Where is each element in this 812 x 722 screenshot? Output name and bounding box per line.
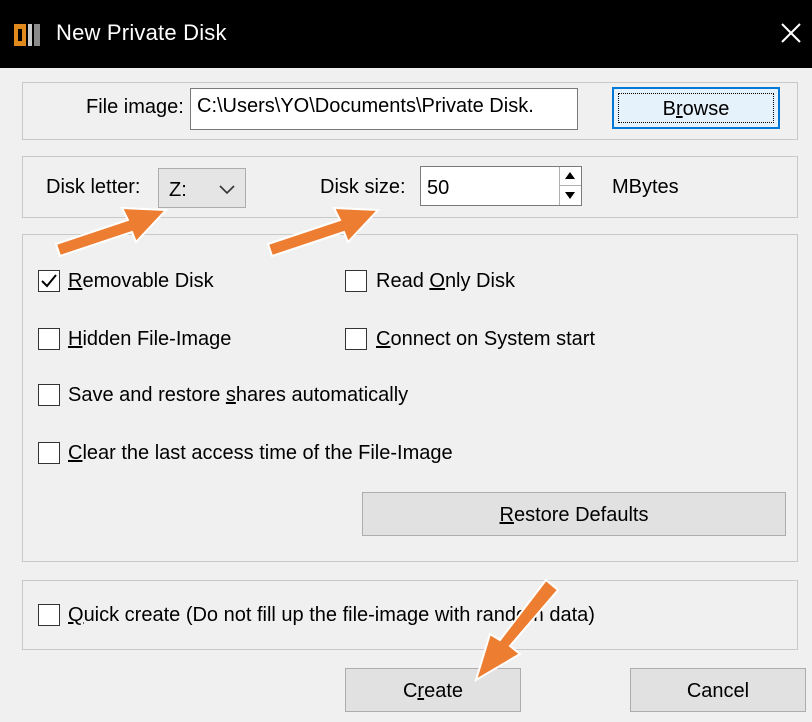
close-icon[interactable] (776, 18, 806, 48)
file-image-label: File image: (86, 96, 184, 118)
app-logo-icon (14, 24, 40, 46)
annotation-arrow-disk-letter-icon (54, 206, 169, 258)
title-bar: New Private Disk (0, 0, 812, 68)
connect-on-start-checkbox[interactable] (345, 328, 367, 350)
disk-letter-select[interactable]: Z: (158, 168, 246, 208)
quick-create-checkbox[interactable] (38, 604, 60, 626)
chevron-down-icon (219, 185, 235, 195)
annotation-arrow-disk-size-icon (266, 206, 381, 258)
disk-letter-value: Z: (169, 179, 187, 201)
connect-on-start-label[interactable]: Connect on System start (376, 328, 595, 351)
read-only-disk-label[interactable]: Read Only Disk (376, 270, 515, 293)
cancel-button[interactable]: Cancel (630, 668, 806, 712)
disk-size-value: 50 (427, 177, 450, 199)
clear-access-time-checkbox[interactable] (38, 442, 60, 464)
cancel-button-label: Cancel (686, 680, 750, 702)
spin-up-button[interactable] (560, 167, 581, 186)
removable-disk-checkbox[interactable] (38, 270, 60, 292)
checkmark-icon (41, 274, 57, 288)
restore-defaults-label: Restore Defaults (499, 504, 649, 526)
save-restore-shares-checkbox[interactable] (38, 384, 60, 406)
spin-down-button[interactable] (560, 186, 581, 205)
browse-button[interactable]: Browse (612, 87, 780, 129)
save-restore-shares-label[interactable]: Save and restore shares automatically (68, 384, 408, 407)
disk-size-stepper[interactable]: 50 (420, 166, 582, 206)
triangle-down-icon (565, 192, 575, 199)
disk-size-unit: MBytes (612, 176, 679, 198)
restore-defaults-button[interactable]: Restore Defaults (362, 492, 786, 536)
hidden-file-image-label[interactable]: Hidden File-Image (68, 328, 231, 351)
create-button-label: Create (402, 680, 464, 702)
clear-access-time-label[interactable]: Clear the last access time of the File-I… (68, 442, 453, 465)
triangle-up-icon (565, 172, 575, 179)
read-only-disk-checkbox[interactable] (345, 270, 367, 292)
browse-button-label: Browse (662, 98, 730, 120)
removable-disk-label[interactable]: Removable Disk (68, 270, 214, 293)
annotation-arrow-create-icon (474, 578, 560, 683)
window-title: New Private Disk (56, 20, 227, 45)
file-image-input[interactable]: C:\Users\YO\Documents\Private Disk. (190, 88, 578, 130)
hidden-file-image-checkbox[interactable] (38, 328, 60, 350)
